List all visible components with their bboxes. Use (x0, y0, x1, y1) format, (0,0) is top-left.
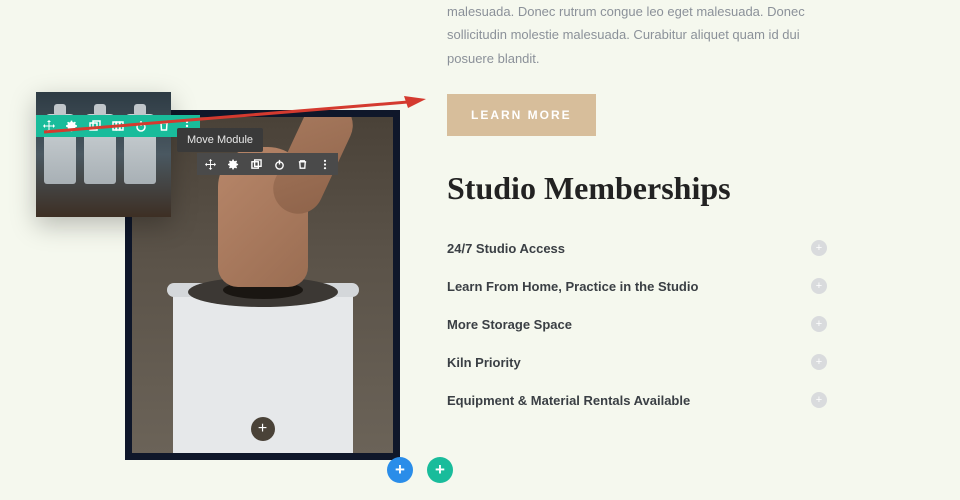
accordion-item[interactable]: Learn From Home, Practice in the Studio + (447, 267, 827, 305)
accordion-label: Kiln Priority (447, 355, 521, 370)
accordion-list: 24/7 Studio Access+Learn From Home, Prac… (447, 229, 827, 419)
add-module-button[interactable]: + (251, 417, 275, 441)
floating-image-module[interactable] (36, 92, 171, 217)
add-row-button[interactable]: + (427, 457, 453, 483)
expand-icon[interactable]: + (811, 278, 827, 294)
row-toolbar (36, 115, 200, 137)
expand-icon[interactable]: + (811, 392, 827, 408)
duplicate-icon[interactable] (88, 119, 102, 133)
accordion-item[interactable]: Kiln Priority + (447, 343, 827, 381)
content-column: malesuada. Donec rutrum congue leo eget … (447, 0, 827, 419)
intro-paragraph: malesuada. Donec rutrum congue leo eget … (447, 0, 827, 70)
power-icon[interactable] (134, 119, 148, 133)
add-section-button[interactable]: + (387, 457, 413, 483)
trash-icon[interactable] (157, 119, 171, 133)
section-heading: Studio Memberships (447, 170, 827, 207)
trash-icon[interactable] (295, 157, 309, 171)
accordion-item[interactable]: More Storage Space + (447, 305, 827, 343)
tooltip: Move Module (177, 128, 263, 152)
learn-more-button[interactable]: LEARN MORE (447, 94, 596, 136)
expand-icon[interactable]: + (811, 240, 827, 256)
more-icon[interactable] (318, 157, 332, 171)
accordion-label: Equipment & Material Rentals Available (447, 393, 690, 408)
gear-icon[interactable] (226, 157, 240, 171)
move-icon[interactable] (203, 157, 217, 171)
accordion-item[interactable]: 24/7 Studio Access + (447, 229, 827, 267)
accordion-label: 24/7 Studio Access (447, 241, 565, 256)
columns-icon[interactable] (111, 119, 125, 133)
power-icon[interactable] (272, 157, 286, 171)
module-toolbar (197, 153, 338, 175)
gear-icon[interactable] (65, 119, 79, 133)
accordion-label: Learn From Home, Practice in the Studio (447, 279, 698, 294)
expand-icon[interactable]: + (811, 316, 827, 332)
accordion-label: More Storage Space (447, 317, 572, 332)
move-icon[interactable] (42, 119, 56, 133)
accordion-item[interactable]: Equipment & Material Rentals Available + (447, 381, 827, 419)
expand-icon[interactable]: + (811, 354, 827, 370)
duplicate-icon[interactable] (249, 157, 263, 171)
